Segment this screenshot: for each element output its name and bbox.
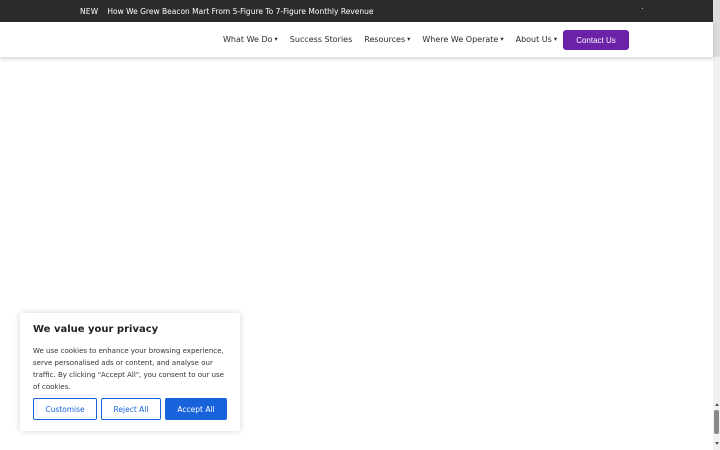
nav-item-about-us[interactable]: About Us ▾ — [516, 35, 557, 44]
nav-item-label: About Us — [515, 35, 552, 44]
chevron-down-icon: ▾ — [407, 35, 411, 44]
cookie-description: We use cookies to enhance your browsing … — [33, 347, 224, 391]
contact-us-button[interactable]: Contact Us — [563, 30, 629, 50]
nav-item-label: What We Do — [223, 35, 273, 44]
cookie-title: We value your privacy — [33, 324, 159, 335]
nav-item-what-we-do[interactable]: What We Do ▾ — [223, 35, 278, 44]
customise-button[interactable]: Customise — [33, 398, 97, 420]
chevron-down-icon: ▾ — [500, 35, 504, 44]
nav-item-success-stories[interactable]: Success Stories — [290, 35, 352, 44]
nav-item-label: Success Stories — [289, 35, 353, 44]
topbar-dot — [642, 8, 643, 9]
nav-item-label: Where We Operate — [422, 35, 499, 44]
chevron-down-icon: ▾ — [274, 35, 278, 44]
scroll-down-arrow-icon[interactable] — [715, 442, 719, 445]
page: NEW How We Grew Beacon Mart From 5-Figur… — [0, 0, 720, 450]
cookie-consent-banner: We value your privacy We use cookies to … — [20, 313, 240, 431]
nav-item-label: Resources — [364, 35, 406, 44]
scrollbar-track-top — [713, 0, 720, 57]
main-nav: What We Do ▾ Success Stories Resources ▾… — [223, 22, 569, 57]
cookie-buttons: Customise Reject All Accept All — [33, 398, 227, 420]
accept-all-button[interactable]: Accept All — [165, 398, 227, 420]
announcement-bar[interactable]: NEW How We Grew Beacon Mart From 5-Figur… — [0, 0, 713, 22]
site-header: What We Do ▾ Success Stories Resources ▾… — [0, 22, 713, 57]
page-scrollbar[interactable] — [713, 0, 720, 450]
scroll-up-arrow-icon[interactable] — [715, 403, 719, 406]
reject-all-button[interactable]: Reject All — [101, 398, 161, 420]
announcement-link[interactable]: How We Grew Beacon Mart From 5-Figure To… — [107, 7, 373, 16]
new-badge: NEW — [80, 6, 99, 16]
chevron-down-icon: ▾ — [553, 35, 558, 44]
nav-item-resources[interactable]: Resources ▾ — [364, 35, 410, 44]
nav-item-where-we-operate[interactable]: Where We Operate ▾ — [422, 35, 503, 44]
scrollbar-thumb[interactable] — [714, 410, 719, 434]
